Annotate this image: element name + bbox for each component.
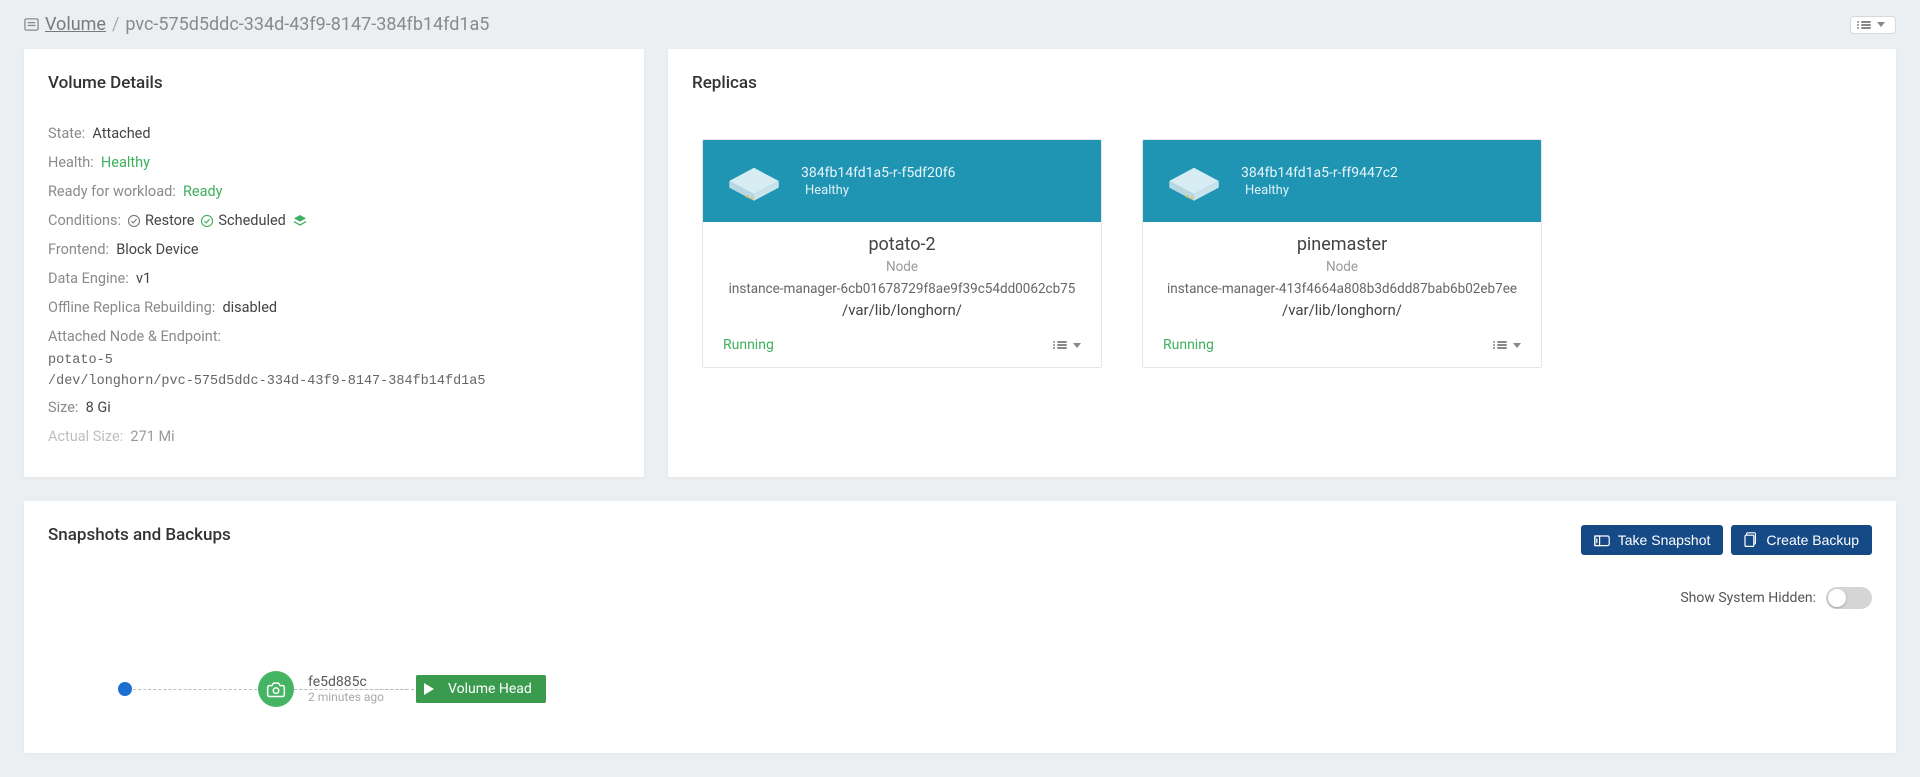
bulk-actions-icon xyxy=(1497,341,1507,349)
disk-icon xyxy=(721,156,787,206)
show-hidden-toggle[interactable] xyxy=(1826,587,1872,609)
label-health: Health: xyxy=(48,154,94,171)
replicas-card: Replicas 384fb14fd1a5-r-f5df20f6 Healthy… xyxy=(668,49,1896,477)
take-snapshot-button[interactable]: Take Snapshot xyxy=(1581,525,1724,555)
condition-restore: Restore xyxy=(127,206,194,235)
create-backup-label: Create Backup xyxy=(1766,532,1859,548)
replica-actions-menu[interactable] xyxy=(1497,341,1521,349)
show-hidden-label: Show System Hidden: xyxy=(1680,590,1816,606)
replica-path: /var/lib/longhorn/ xyxy=(715,301,1089,319)
replica-node-label: Node xyxy=(715,259,1089,275)
replica-header: 384fb14fd1a5-r-f5df20f6 Healthy xyxy=(703,140,1101,222)
attached-node: potato-5 xyxy=(48,351,620,372)
create-backup-button[interactable]: Create Backup xyxy=(1731,525,1872,555)
breadcrumb: Volume / pvc-575d5ddc-334d-43f9-8147-384… xyxy=(24,14,489,35)
replica-state: Running xyxy=(723,337,774,353)
page-actions-menu[interactable] xyxy=(1850,16,1896,34)
replica-card: 384fb14fd1a5-r-ff9447c2 Healthy pinemast… xyxy=(1142,139,1542,368)
volume-details-heading: Volume Details xyxy=(48,73,620,93)
snapshot-time: 2 minutes ago xyxy=(308,690,384,704)
replica-node-label: Node xyxy=(1155,259,1529,275)
list-icon xyxy=(24,17,39,32)
camera-icon xyxy=(258,671,294,707)
replica-path: /var/lib/longhorn/ xyxy=(1155,301,1529,319)
value-size: 8 Gi xyxy=(86,399,111,416)
replicas-heading: Replicas xyxy=(692,73,1872,93)
label-engine: Data Engine: xyxy=(48,270,129,287)
breadcrumb-current: pvc-575d5ddc-334d-43f9-8147-384fb14fd1a5 xyxy=(125,14,489,35)
replica-instance-manager: instance-manager-413f4664a808b3d6dd87bab… xyxy=(1155,281,1529,297)
label-state: State: xyxy=(48,125,85,142)
replica-health: Healthy xyxy=(801,183,955,198)
value-actual: 271 Mi xyxy=(130,428,174,445)
layers-icon xyxy=(292,213,308,229)
backup-icon xyxy=(1744,532,1758,548)
replica-instance-manager: instance-manager-6cb01678729f8ae9f39c54d… xyxy=(715,281,1089,297)
snapshot-icon xyxy=(1594,533,1610,547)
label-conditions: Conditions: xyxy=(48,206,121,235)
label-size: Size: xyxy=(48,399,78,416)
label-actual: Actual Size: xyxy=(48,428,123,445)
replica-health: Healthy xyxy=(1241,183,1398,198)
label-attached: Attached Node & Endpoint: xyxy=(48,328,221,345)
bulk-actions-icon xyxy=(1057,341,1067,349)
replica-node: pinemaster xyxy=(1155,234,1529,255)
timeline-origin-dot[interactable] xyxy=(118,682,132,696)
replica-state: Running xyxy=(1163,337,1214,353)
bulk-actions-icon xyxy=(1861,21,1871,29)
take-snapshot-label: Take Snapshot xyxy=(1618,532,1711,548)
condition-restore-label: Restore xyxy=(145,206,194,235)
label-ready: Ready for workload: xyxy=(48,183,176,200)
breadcrumb-separator: / xyxy=(112,14,119,35)
value-ready: Ready xyxy=(183,183,223,200)
snapshot-id: fe5d885c xyxy=(308,674,384,690)
snapshots-heading: Snapshots and Backups xyxy=(48,525,231,545)
play-icon xyxy=(416,675,442,703)
condition-scheduled: Scheduled xyxy=(200,206,285,235)
replica-node: potato-2 xyxy=(715,234,1089,255)
label-frontend: Frontend: xyxy=(48,241,109,258)
replica-header: 384fb14fd1a5-r-ff9447c2 Healthy xyxy=(1143,140,1541,222)
check-circle-icon xyxy=(127,214,141,228)
value-engine: v1 xyxy=(136,270,151,287)
condition-scheduled-label: Scheduled xyxy=(218,206,285,235)
value-rebuild: disabled xyxy=(222,299,277,316)
chevron-down-icon xyxy=(1513,343,1521,348)
chevron-down-icon xyxy=(1877,22,1885,27)
value-frontend: Block Device xyxy=(116,241,198,258)
snapshots-card: Snapshots and Backups Take Snapshot Crea… xyxy=(24,501,1896,753)
breadcrumb-root-link[interactable]: Volume xyxy=(45,14,106,35)
check-circle-green-icon xyxy=(200,214,214,228)
snapshot-timeline: fe5d885c 2 minutes ago Volume Head xyxy=(48,649,1872,729)
snapshot-node[interactable]: fe5d885c 2 minutes ago xyxy=(258,671,384,707)
attached-endpoint: /dev/longhorn/pvc-575d5ddc-334d-43f9-814… xyxy=(48,372,620,393)
value-health: Healthy xyxy=(101,154,150,171)
label-rebuild: Offline Replica Rebuilding: xyxy=(48,299,215,316)
replica-actions-menu[interactable] xyxy=(1057,341,1081,349)
volume-head-node[interactable]: Volume Head xyxy=(416,675,546,703)
replica-card: 384fb14fd1a5-r-f5df20f6 Healthy potato-2… xyxy=(702,139,1102,368)
disk-icon xyxy=(1161,156,1227,206)
volume-head-label: Volume Head xyxy=(442,677,546,701)
chevron-down-icon xyxy=(1073,343,1081,348)
volume-details-card: Volume Details State: Attached Health: H… xyxy=(24,49,644,477)
replica-name: 384fb14fd1a5-r-ff9447c2 xyxy=(1241,165,1398,181)
replica-name: 384fb14fd1a5-r-f5df20f6 xyxy=(801,165,955,181)
value-state: Attached xyxy=(92,125,150,142)
